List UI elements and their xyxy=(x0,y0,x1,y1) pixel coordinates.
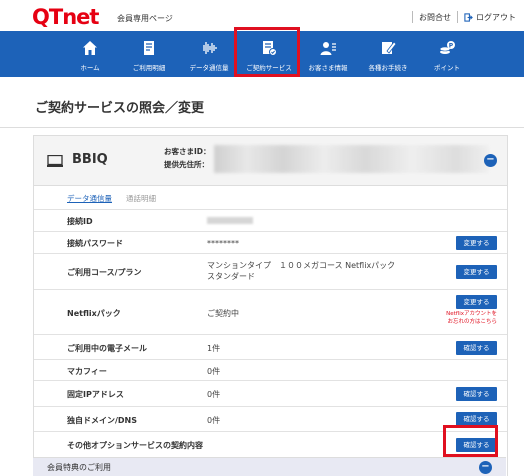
table-row: 独自ドメイン/DNS 0件 確認する xyxy=(34,406,507,432)
row-label: その他オプションサービスの契約内容 xyxy=(67,441,203,450)
data-traffic-icon xyxy=(203,42,217,54)
service-panel-header: BBIQ お客さまID： 提供先住所： − xyxy=(34,136,507,185)
change-plan-button[interactable]: 変更する xyxy=(456,265,497,279)
netflix-account-help-link[interactable]: Netflixアカウントを お忘れの方はこちら xyxy=(446,310,497,326)
customer-labels: お客さまID： 提供先住所： xyxy=(164,145,211,171)
change-netflix-button[interactable]: 変更する xyxy=(456,295,497,309)
confirm-fixed-ip-button[interactable]: 確認する xyxy=(456,387,497,401)
row-label: ご利用中の電子メール xyxy=(67,344,147,353)
table-row: ご利用中の電子メール 1件 確認する xyxy=(34,334,507,360)
header-links: お問合せ ログアウト xyxy=(412,11,516,23)
collapse-toggle[interactable]: − xyxy=(484,154,497,167)
table-row: 接続パスワード ******** 変更する xyxy=(34,231,507,254)
row-value: 0件 xyxy=(207,390,221,399)
page-title: ご契約サービスの照会／変更 xyxy=(35,101,205,116)
table-row: Netflixパック ご契約中 変更する Netflixアカウントを お忘れの方… xyxy=(34,289,507,335)
table-row: 固定IPアドレス 0件 確認する xyxy=(34,380,507,407)
redacted-customer-info xyxy=(214,145,489,173)
member-page-label: 会員専用ページ xyxy=(117,14,173,23)
customer-id-label: お客さまID： xyxy=(164,147,211,156)
row-label: 接続パスワード xyxy=(67,239,123,248)
qtnet-logo[interactable]: QTnet xyxy=(32,6,99,28)
row-value: ******** xyxy=(207,239,239,248)
nav-statement[interactable]: ご利用明細 xyxy=(123,31,175,77)
row-value: 0件 xyxy=(207,416,221,425)
usage-tabs: データ通信量 通話明細 xyxy=(34,185,507,210)
row-label: 固定IPアドレス xyxy=(67,390,124,399)
table-row: マカフィー 0件 xyxy=(34,359,507,381)
nav-customer-info[interactable]: お客さま情報 xyxy=(302,31,354,77)
procedure-icon xyxy=(382,41,397,54)
table-row: ご利用コース/プラン マンションタイプ １００メガコース Netflixパック … xyxy=(34,253,507,290)
divider xyxy=(0,127,524,128)
logout-link[interactable]: ログアウト xyxy=(464,12,516,23)
redacted-connection-id xyxy=(207,217,253,224)
change-password-button[interactable]: 変更する xyxy=(456,236,497,250)
row-label: 独自ドメイン/DNS xyxy=(67,416,138,425)
nav-procedures[interactable]: 各種お手続き xyxy=(362,31,414,77)
logout-icon xyxy=(464,12,473,22)
svg-text:P: P xyxy=(449,42,454,49)
confirm-email-button[interactable]: 確認する xyxy=(456,341,497,355)
table-row: 接続ID xyxy=(34,209,507,232)
monitor-icon xyxy=(47,155,63,167)
tab-call-details[interactable]: 通話明細 xyxy=(126,193,156,204)
highlight-box-confirm-button xyxy=(443,425,498,457)
address-label: 提供先住所： xyxy=(164,160,209,169)
inquiry-link[interactable]: お問合せ xyxy=(419,12,451,23)
nav-points[interactable]: P ポイント xyxy=(421,31,473,77)
row-label: ご利用コース/プラン xyxy=(67,268,142,277)
highlight-box-contract-nav xyxy=(234,27,300,77)
member-benefits-label: 会員特典のご利用 xyxy=(47,463,111,472)
service-name: BBIQ xyxy=(72,152,108,167)
tab-data-usage[interactable]: データ通信量 xyxy=(67,193,112,204)
row-value: マンションタイプ １００メガコース Netflixパック スタンダード xyxy=(207,261,396,281)
confirm-domain-button[interactable]: 確認する xyxy=(456,412,497,426)
row-value: ご契約中 xyxy=(207,309,239,318)
customer-info-icon xyxy=(320,42,336,55)
divider xyxy=(412,11,413,23)
member-benefits-toggle[interactable]: − xyxy=(479,461,492,474)
table-row: その他オプションサービスの契約内容 確認する xyxy=(34,431,507,459)
member-benefits-section[interactable]: 会員特典のご利用 − xyxy=(33,457,506,476)
row-label: Netflixパック xyxy=(67,309,121,318)
nav-data-traffic[interactable]: データ通信量 xyxy=(183,31,235,77)
point-icon: P xyxy=(439,41,455,54)
row-label: 接続ID xyxy=(67,217,93,226)
row-value: 1件 xyxy=(207,344,221,353)
divider xyxy=(457,11,458,23)
nav-home[interactable]: ホーム xyxy=(64,31,116,77)
row-label: マカフィー xyxy=(67,367,107,376)
row-value: 0件 xyxy=(207,367,221,376)
service-panel: BBIQ お客さまID： 提供先住所： − データ通信量 通話明細 接続ID 接… xyxy=(33,135,508,476)
statement-icon xyxy=(144,41,154,55)
home-icon xyxy=(83,41,97,55)
